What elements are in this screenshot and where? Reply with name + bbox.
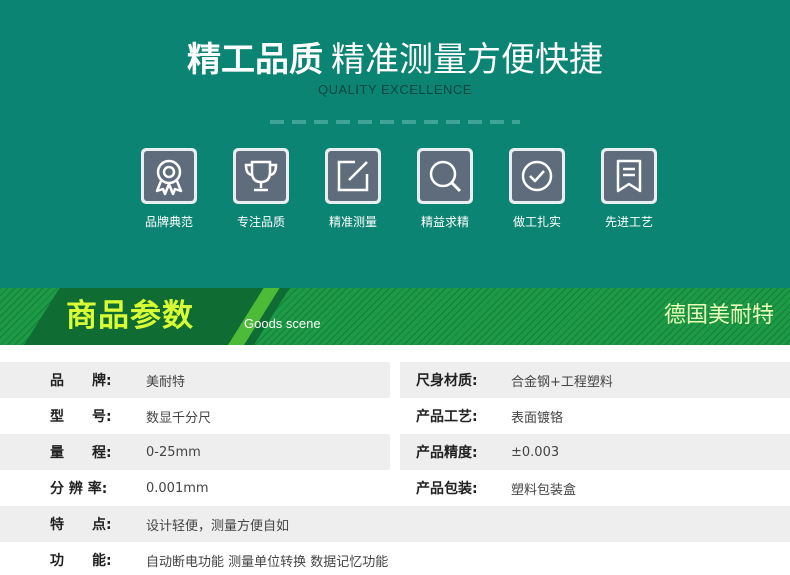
spec-cell: 产品工艺: 表面镀铬 — [400, 398, 790, 434]
feature-icon-tile — [233, 148, 289, 204]
decorative-divider — [270, 120, 520, 124]
table-row: 功 能: 自动断电功能 测量单位转换 数据记忆功能 — [0, 542, 790, 575]
spec-key: 产品包装: — [416, 481, 478, 497]
spec-value: 0.001mm — [146, 480, 209, 496]
bookmark-document-icon — [616, 159, 642, 193]
feature-item-workmanship: 做工扎实 — [502, 148, 572, 230]
feature-icon-tile — [417, 148, 473, 204]
spec-value: 表面镀铬 — [511, 410, 564, 426]
feature-label: 精准测量 — [328, 215, 377, 229]
spec-cell: 产品精度: ±0.003 — [400, 434, 790, 470]
brand-name: 德国美耐特 — [663, 303, 774, 328]
spec-value: 自动断电功能 测量单位转换 数据记忆功能 — [146, 554, 389, 570]
feature-icon-tile — [325, 148, 381, 204]
feature-item-process: 先进工艺 — [594, 148, 664, 230]
spec-value: 设计轻便，测量方便自如 — [146, 518, 290, 534]
table-row: 量 程: 0-25mm 产品精度: ±0.003 — [0, 434, 790, 470]
section-banner: 商品参数 Goods scene 德国美耐特 — [0, 288, 790, 345]
spec-cell: 型 号: 数显千分尺 — [0, 398, 390, 434]
feature-item-precision: 精益求精 — [410, 148, 480, 230]
feature-item-brand: 品牌典范 — [134, 148, 204, 230]
trophy-icon — [244, 160, 278, 192]
table-row: 品 牌: 美耐特 尺身材质: 合金钢+工程塑料 — [0, 362, 790, 398]
spec-key: 尺身材质: — [416, 373, 478, 389]
spec-value: 数显千分尺 — [146, 410, 212, 426]
spec-cell: 尺身材质: 合金钢+工程塑料 — [400, 362, 790, 398]
hero-title: 精工品质 精准测量方便快捷 — [0, 38, 790, 82]
feature-label: 先进工艺 — [604, 215, 653, 229]
spec-key: 分 辨 率: — [50, 481, 108, 497]
spec-value: ±0.003 — [511, 444, 560, 460]
spec-key: 品 牌: — [50, 373, 112, 389]
spec-cell: 分 辨 率: 0.001mm — [0, 470, 390, 506]
spec-cell: 特 点: 设计轻便，测量方便自如 — [0, 506, 790, 542]
award-ribbon-icon — [155, 159, 183, 196]
feature-icon-tile — [141, 148, 197, 204]
check-circle-icon — [521, 160, 553, 192]
feature-list: 品牌典范 专注品质 精准测量 精益求精 做工扎实 先进工艺 — [134, 148, 664, 243]
spec-cell: 品 牌: 美耐特 — [0, 362, 390, 398]
spec-key: 产品工艺: — [416, 409, 478, 425]
edit-square-icon — [337, 160, 369, 192]
feature-label: 做工扎实 — [512, 215, 561, 229]
magnifier-icon — [429, 160, 462, 193]
hero-subtitle: QUALITY EXCELLENCE — [318, 82, 472, 97]
feature-item-measure: 精准测量 — [318, 148, 388, 230]
spec-key: 功 能: — [50, 553, 112, 569]
spec-value: 美耐特 — [146, 374, 186, 390]
section-subtitle: Goods scene — [244, 316, 321, 331]
table-row: 特 点: 设计轻便，测量方便自如 — [0, 506, 790, 542]
section-title: 商品参数 — [66, 298, 194, 334]
feature-icon-tile — [601, 148, 657, 204]
spec-cell: 量 程: 0-25mm — [0, 434, 390, 470]
hero-section: 精工品质 精准测量方便快捷 QUALITY EXCELLENCE 品牌典范 专注… — [0, 0, 790, 288]
spec-key: 型 号: — [50, 409, 112, 425]
spec-key: 产品精度: — [416, 445, 478, 461]
hero-title-strong: 精工品质 — [187, 40, 323, 80]
table-row: 分 辨 率: 0.001mm 产品包装: 塑料包装盒 — [0, 470, 790, 506]
feature-label: 精益求精 — [420, 215, 469, 229]
spec-cell: 产品包装: 塑料包装盒 — [400, 470, 790, 506]
spec-value: 合金钢+工程塑料 — [511, 374, 613, 390]
table-row: 型 号: 数显千分尺 产品工艺: 表面镀铬 — [0, 398, 790, 434]
hero-title-light: 精准测量方便快捷 — [331, 40, 603, 80]
feature-label: 品牌典范 — [144, 215, 193, 229]
spec-key: 特 点: — [50, 517, 112, 533]
spec-cell: 功 能: 自动断电功能 测量单位转换 数据记忆功能 — [0, 542, 790, 575]
feature-icon-tile — [509, 148, 565, 204]
feature-label: 专注品质 — [236, 215, 285, 229]
feature-item-quality: 专注品质 — [226, 148, 296, 230]
spec-value: 塑料包装盒 — [511, 482, 577, 498]
spec-value: 0-25mm — [146, 444, 201, 460]
spec-key: 量 程: — [50, 445, 112, 461]
